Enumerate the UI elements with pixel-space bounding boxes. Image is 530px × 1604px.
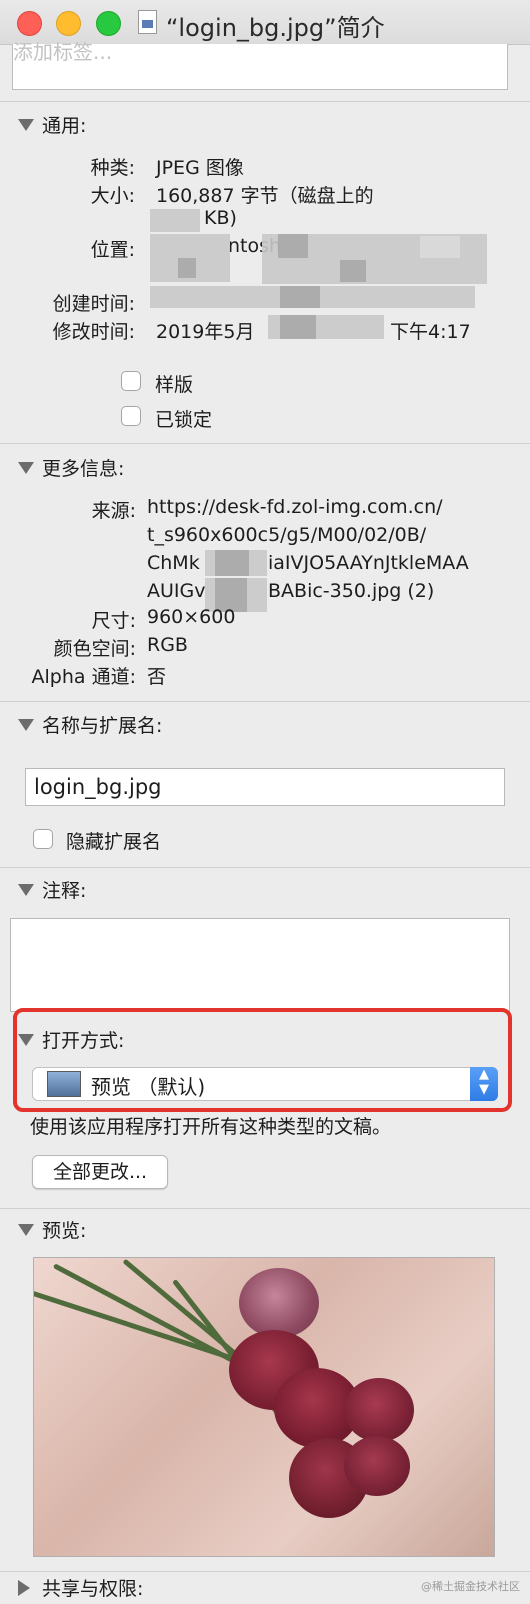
section-more-info-header[interactable]: 更多信息:: [18, 454, 124, 481]
created-label: 创建时间:: [52, 293, 135, 315]
modified-label: 修改时间:: [52, 321, 135, 343]
disclosure-triangle-down-icon[interactable]: [18, 1223, 34, 1236]
redacted-mosaic: [280, 286, 320, 308]
locked-checkbox[interactable]: [121, 406, 141, 426]
divider: [0, 443, 530, 444]
source-line-2: t_s960x600c5/g5/M00/02/0B/: [147, 524, 427, 546]
watermark: @稀土掘金技术社区: [421, 1580, 520, 1593]
locked-label: 已锁定: [155, 409, 213, 431]
redacted-mosaic: [420, 236, 460, 258]
source-line-4-tail: BABic-350.jpg (2): [268, 580, 435, 602]
disclosure-triangle-down-icon[interactable]: [18, 718, 34, 731]
dimensions-value: 960×600: [147, 606, 236, 628]
alpha-value: 否: [147, 666, 167, 688]
divider: [0, 867, 530, 868]
disclosure-triangle-down-icon[interactable]: [18, 118, 34, 131]
redacted-mosaic: [280, 315, 316, 339]
divider: [0, 101, 530, 102]
modified-date: 2019年5月: [156, 321, 255, 343]
source-line-3: ChMk: [147, 552, 200, 574]
jpeg-document-icon: [138, 10, 157, 34]
redacted-mosaic: [215, 550, 249, 576]
image-preview: [33, 1257, 495, 1557]
close-window-button[interactable]: [17, 11, 42, 36]
minimize-window-button[interactable]: [56, 11, 81, 36]
kind-label: 种类:: [90, 157, 135, 179]
source-label: 来源:: [91, 500, 136, 522]
window-title: “login_bg.jpg”简介: [166, 14, 385, 42]
divider: [0, 1571, 530, 1572]
stationery-label: 样版: [155, 374, 194, 396]
rose-flower: [344, 1436, 410, 1496]
size-value-line2: KB): [204, 207, 237, 229]
disclosure-triangle-right-icon[interactable]: [18, 1579, 30, 1596]
section-comments-header[interactable]: 注释:: [18, 876, 86, 903]
open-with-description: 使用该应用程序打开所有这种类型的文稿。: [30, 1116, 392, 1138]
dimensions-label: 尺寸:: [91, 610, 136, 632]
hide-extension-checkbox[interactable]: [33, 829, 53, 849]
red-highlight-annotation: [13, 1008, 512, 1112]
tags-placeholder: 添加标签...: [13, 40, 113, 64]
section-preview-header[interactable]: 预览:: [18, 1216, 86, 1243]
modified-time: 下午4:17: [390, 321, 471, 343]
source-line-4: AUIGv: [147, 580, 206, 602]
section-sharing-permissions-header[interactable]: 共享与权限:: [18, 1574, 143, 1601]
divider: [0, 1208, 530, 1209]
stationery-checkbox[interactable]: [121, 371, 141, 391]
hide-extension-label: 隐藏扩展名: [66, 831, 162, 853]
filename-input[interactable]: login_bg.jpg: [25, 768, 505, 806]
source-line-1: https://desk-fd.zol-img.com.cn/: [147, 496, 443, 518]
section-name-extension-header[interactable]: 名称与扩展名:: [18, 711, 162, 738]
comments-textarea[interactable]: [10, 918, 510, 1012]
where-label: 位置:: [90, 239, 135, 261]
redacted-mosaic: [178, 258, 196, 278]
tags-field[interactable]: 添加标签...: [12, 40, 508, 90]
rose-flower: [344, 1378, 414, 1442]
change-all-button[interactable]: 全部更改...: [32, 1155, 168, 1189]
redacted-mosaic: [278, 234, 308, 258]
disclosure-triangle-down-icon[interactable]: [18, 461, 34, 474]
disclosure-triangle-down-icon[interactable]: [18, 883, 34, 896]
color-space-value: RGB: [147, 634, 188, 656]
size-value: 160,887 字节（磁盘上的: [156, 185, 374, 207]
source-line-3-tail: iaIVJO5AAYnJtkleMAA: [268, 552, 469, 574]
redacted-mosaic: [150, 209, 200, 232]
size-label: 大小:: [90, 185, 135, 207]
redacted-mosaic: [340, 260, 366, 282]
color-space-label: 颜色空间:: [53, 638, 136, 660]
section-general-header[interactable]: 通用:: [18, 111, 86, 138]
zoom-window-button[interactable]: [96, 11, 121, 36]
kind-value: JPEG 图像: [156, 157, 244, 179]
rose-flower: [239, 1268, 319, 1338]
divider: [0, 701, 530, 702]
alpha-label: Alpha 通道:: [31, 666, 136, 688]
